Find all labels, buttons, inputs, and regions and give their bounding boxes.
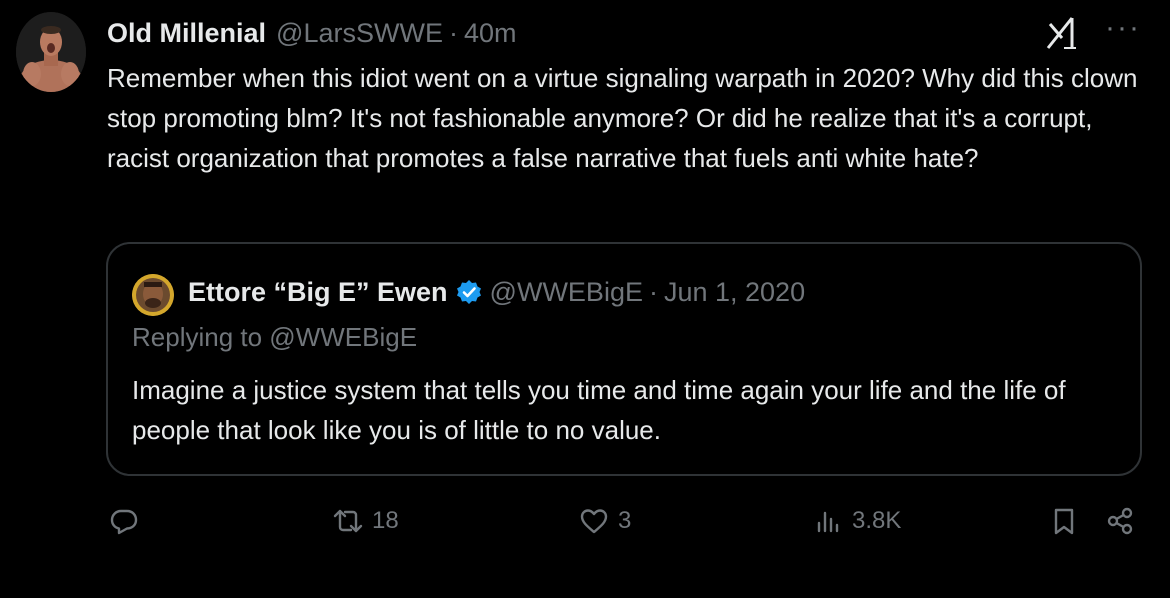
quoted-separator: · bbox=[648, 276, 658, 307]
replying-to-label: Replying to @WWEBigE bbox=[132, 322, 418, 352]
tweet-actions-bar: 18 3 3.8K bbox=[0, 498, 1170, 544]
grok-icon[interactable] bbox=[1042, 14, 1088, 52]
author-avatar[interactable] bbox=[16, 12, 86, 92]
quoted-tweet[interactable]: Ettore “Big E” Ewen @WWEBigE · Jun 1, 20… bbox=[106, 242, 1142, 476]
header-separator: · bbox=[448, 17, 458, 48]
tweet-header: Old Millenial @LarsSWWE · 40m bbox=[107, 14, 516, 52]
verified-badge-icon bbox=[456, 279, 482, 305]
author-handle[interactable]: @LarsSWWE bbox=[276, 18, 443, 49]
more-options-icon[interactable]: ··· bbox=[1100, 13, 1146, 52]
bookmark-icon bbox=[1054, 508, 1074, 535]
reply-button[interactable] bbox=[108, 498, 140, 544]
tweet-timestamp[interactable]: 40m bbox=[464, 18, 517, 49]
author-name[interactable]: Old Millenial bbox=[107, 18, 266, 49]
quoted-date[interactable]: Jun 1, 2020 bbox=[664, 277, 805, 308]
retweet-icon bbox=[333, 509, 363, 533]
views-button[interactable]: 3.8K bbox=[812, 498, 901, 544]
like-count: 3 bbox=[618, 507, 632, 534]
quoted-header: Ettore “Big E” Ewen @WWEBigE · Jun 1, 20… bbox=[188, 272, 805, 312]
reply-icon bbox=[110, 509, 138, 535]
quoted-author-handle[interactable]: @WWEBigE bbox=[490, 277, 643, 308]
like-button[interactable]: 3 bbox=[578, 498, 631, 544]
retweet-count: 18 bbox=[372, 507, 399, 534]
heart-icon bbox=[580, 509, 608, 534]
views-chart-icon bbox=[817, 511, 839, 533]
views-count: 3.8K bbox=[852, 507, 902, 534]
share-button[interactable] bbox=[1104, 498, 1136, 544]
quoted-tweet-text: Imagine a justice system that tells you … bbox=[132, 375, 1066, 445]
bookmark-button[interactable] bbox=[1048, 498, 1080, 544]
quoted-author-avatar[interactable] bbox=[132, 274, 174, 316]
quoted-author-name[interactable]: Ettore “Big E” Ewen bbox=[188, 277, 448, 308]
share-icon bbox=[1107, 507, 1133, 535]
retweet-button[interactable]: 18 bbox=[332, 498, 399, 544]
tweet-text: Remember when this idiot went on a virtu… bbox=[107, 63, 1138, 173]
